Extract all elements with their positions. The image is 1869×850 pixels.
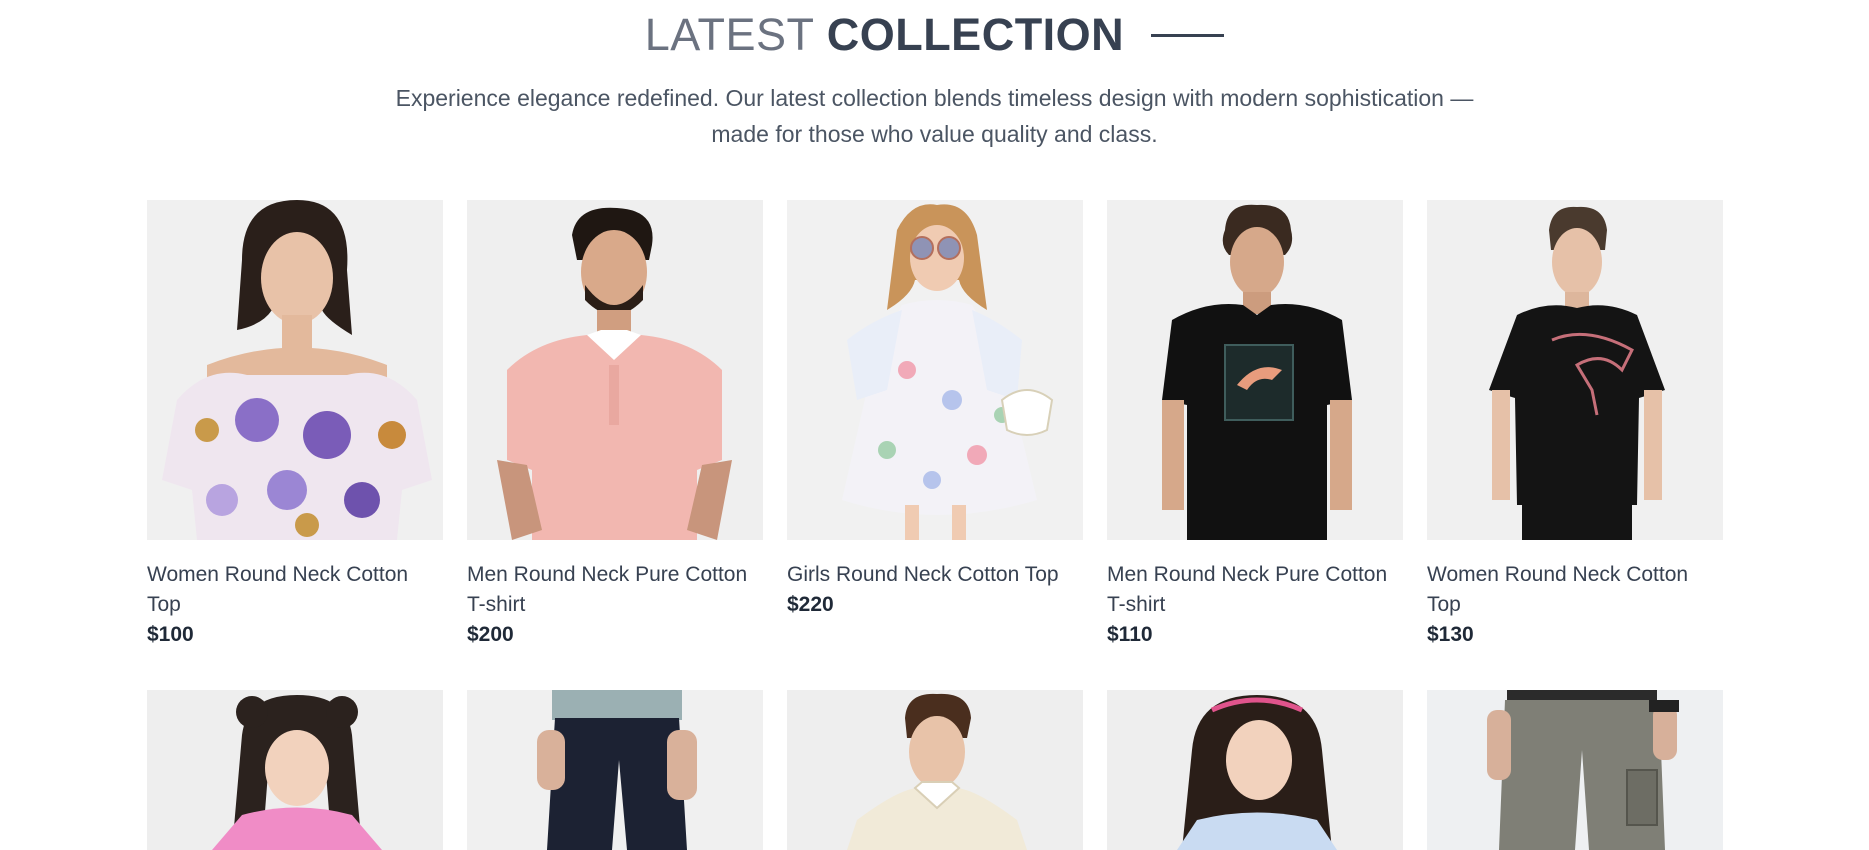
product-card[interactable]	[787, 690, 1083, 850]
product-image[interactable]	[147, 690, 443, 850]
product-card[interactable]	[1107, 690, 1403, 850]
product-name[interactable]: Girls Round Neck Cotton Top	[787, 560, 1083, 590]
product-image[interactable]	[147, 200, 443, 540]
section-title: LATEST COLLECTION	[0, 8, 1869, 62]
product-image[interactable]	[1427, 690, 1723, 850]
product-image[interactable]	[467, 690, 763, 850]
product-card[interactable]	[467, 690, 763, 850]
section-title-bold: COLLECTION	[826, 9, 1125, 60]
product-name[interactable]: Men Round Neck Pure Cotton T-shirt	[467, 560, 763, 620]
product-price: $100	[147, 623, 194, 646]
product-image[interactable]	[1107, 690, 1403, 850]
product-image[interactable]	[467, 200, 763, 540]
product-card[interactable]: Girls Round Neck Cotton Top $220	[787, 200, 1083, 650]
product-image[interactable]	[787, 690, 1083, 850]
product-card[interactable]: Women Round Neck Cotton Top $130	[1427, 200, 1723, 650]
product-name[interactable]: Men Round Neck Pure Cotton T-shirt	[1107, 560, 1403, 620]
product-price: $220	[787, 593, 834, 616]
product-grid: Women Round Neck Cotton Top $100 Men Rou…	[147, 200, 1723, 850]
product-card[interactable]: Women Round Neck Cotton Top $100	[147, 200, 443, 650]
product-name[interactable]: Women Round Neck Cotton Top	[1427, 560, 1723, 620]
product-image[interactable]	[787, 200, 1083, 540]
product-card[interactable]	[1427, 690, 1723, 850]
title-rule	[1151, 33, 1225, 37]
product-price: $200	[467, 623, 514, 646]
subtitle-line-1: Experience elegance redefined. Our lates…	[395, 85, 1474, 111]
product-image[interactable]	[1107, 200, 1403, 540]
subtitle-line-2: made for those who value quality and cla…	[711, 121, 1158, 147]
section-title-light: LATEST	[644, 9, 814, 60]
product-price: $130	[1427, 623, 1474, 646]
product-name[interactable]: Women Round Neck Cotton Top	[147, 560, 443, 620]
product-image[interactable]	[1427, 200, 1723, 540]
product-card[interactable]: Men Round Neck Pure Cotton T-shirt $200	[467, 200, 763, 650]
section-subtitle: Experience elegance redefined. Our lates…	[360, 80, 1509, 152]
product-card[interactable]: Men Round Neck Pure Cotton T-shirt $110	[1107, 200, 1403, 650]
product-price: $110	[1107, 623, 1153, 646]
product-card[interactable]	[147, 690, 443, 850]
